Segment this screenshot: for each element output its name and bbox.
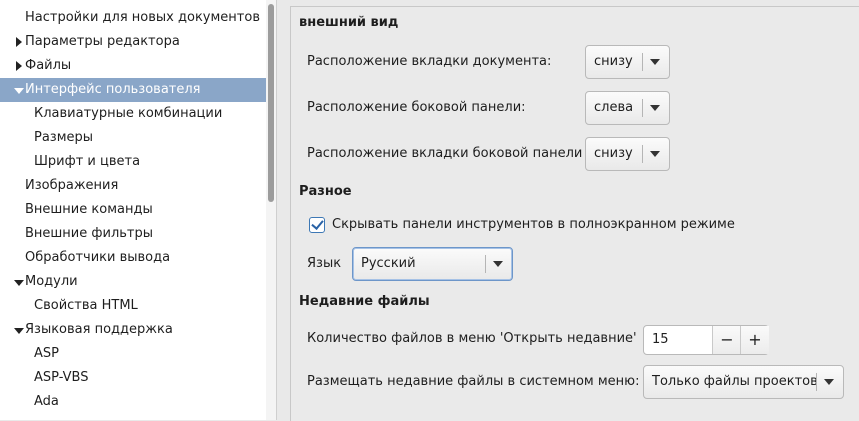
recent-count-spinner[interactable]: 15 − + xyxy=(643,325,769,355)
tree-item-label: Клавиатурные комбинации xyxy=(34,106,223,121)
tree-item-language-support[interactable]: Языковая поддержка xyxy=(0,318,266,342)
tree-item-ada[interactable]: Ada xyxy=(0,390,266,414)
collapse-arrow-icon[interactable] xyxy=(12,78,24,102)
recent-files-heading: Недавние файлы xyxy=(299,294,430,309)
dropdown-arrow-icon xyxy=(650,59,660,65)
tree-item-user-interface[interactable]: Интерфейс пользователя xyxy=(0,78,266,102)
tree-scrollbar[interactable] xyxy=(266,0,276,420)
tree-item-files[interactable]: Файлы xyxy=(0,54,266,78)
tree-item-label: Размеры xyxy=(34,130,94,145)
tree-item-label: Свойства HTML xyxy=(34,298,138,313)
tree-item-font-colors[interactable]: Шрифт и цвета xyxy=(0,150,266,174)
tree-item-label: Параметры редактора xyxy=(25,34,180,49)
collapse-arrow-icon[interactable] xyxy=(12,318,24,342)
settings-panel: внешний вид Расположение вкладки докумен… xyxy=(290,6,859,421)
language-combo[interactable]: Русский xyxy=(352,247,513,281)
tree-item-asp-vbs[interactable]: ASP-VBS xyxy=(0,366,266,390)
tree-item-label: ASP-VBS xyxy=(34,370,89,385)
preferences-tree: Настройки для новых документов Параметры… xyxy=(0,0,277,420)
tree-item-label: Ada xyxy=(34,394,59,409)
sidebar-position-label: Расположение боковой панели: xyxy=(307,100,526,115)
system-menu-combo[interactable]: Только файлы проектов xyxy=(643,365,844,399)
document-tab-position-combo[interactable]: снизу xyxy=(585,45,670,79)
expand-arrow-icon[interactable] xyxy=(12,54,24,78)
tree-item-label: Внешние фильтры xyxy=(25,226,154,241)
tree-item-label: ASP xyxy=(34,346,59,361)
tree-item-keyboard-shortcuts[interactable]: Клавиатурные комбинации xyxy=(0,102,266,126)
tree-item-external-filters[interactable]: Внешние фильтры xyxy=(0,222,266,246)
combo-value: снизу xyxy=(594,146,633,161)
dropdown-arrow-icon xyxy=(824,379,834,385)
tree-item-label: Файлы xyxy=(25,58,72,73)
tree-item-label: Настройки для новых документов xyxy=(25,10,260,25)
combo-value: Русский xyxy=(361,256,416,271)
document-tab-position-label: Расположение вкладки документа: xyxy=(307,54,552,69)
recent-count-label: Количество файлов в меню 'Открыть недавн… xyxy=(307,331,637,346)
tree-item-label: Модули xyxy=(25,274,78,289)
dropdown-arrow-icon xyxy=(650,105,660,111)
misc-heading: Разное xyxy=(299,184,352,199)
appearance-heading: внешний вид xyxy=(299,15,399,30)
sidebar-position-combo[interactable]: слева xyxy=(585,91,670,125)
combo-value: Только файлы проектов xyxy=(652,374,818,389)
sidebar-tab-position-label: Расположение вкладки боковой панели xyxy=(307,146,583,161)
tree-item-label: Обработчики вывода xyxy=(25,250,171,265)
decrement-button[interactable]: − xyxy=(712,326,741,354)
tree-item-html-properties[interactable]: Свойства HTML xyxy=(0,294,266,318)
combo-value: слева xyxy=(594,100,634,115)
tree-item-label: Изображения xyxy=(25,178,119,193)
tree-item-output-parsers[interactable]: Обработчики вывода xyxy=(0,246,266,270)
tree-item-asp[interactable]: ASP xyxy=(0,342,266,366)
expand-arrow-icon[interactable] xyxy=(12,30,24,54)
tree-item-new-doc-settings[interactable]: Настройки для новых документов xyxy=(0,6,266,30)
collapse-arrow-icon[interactable] xyxy=(12,270,24,294)
sidebar-tab-position-combo[interactable]: снизу xyxy=(585,137,670,171)
dropdown-arrow-icon xyxy=(493,261,503,267)
language-label: Язык xyxy=(307,256,342,271)
tree-item-label: Языковая поддержка xyxy=(25,322,173,337)
combo-value: снизу xyxy=(594,54,633,69)
hide-toolbars-checkbox[interactable] xyxy=(309,217,325,233)
tree-scrollbar-thumb[interactable] xyxy=(268,4,274,202)
increment-button[interactable]: + xyxy=(740,326,769,354)
tree-item-external-commands[interactable]: Внешние команды xyxy=(0,198,266,222)
tree-item-dimensions[interactable]: Размеры xyxy=(0,126,266,150)
tree-item-plugins[interactable]: Модули xyxy=(0,270,266,294)
tree-item-editor-settings[interactable]: Параметры редактора xyxy=(0,30,266,54)
hide-toolbars-label[interactable]: Скрывать панели инструментов в полноэкра… xyxy=(332,217,735,232)
tree-item-images[interactable]: Изображения xyxy=(0,174,266,198)
dropdown-arrow-icon xyxy=(650,151,660,157)
system-menu-label: Размещать недавние файлы в системном мен… xyxy=(307,374,640,389)
tree-item-label: Шрифт и цвета xyxy=(34,154,141,169)
recent-count-value[interactable]: 15 xyxy=(652,326,669,354)
tree-item-label: Интерфейс пользователя xyxy=(25,82,201,97)
tree-item-label: Внешние команды xyxy=(25,202,153,217)
